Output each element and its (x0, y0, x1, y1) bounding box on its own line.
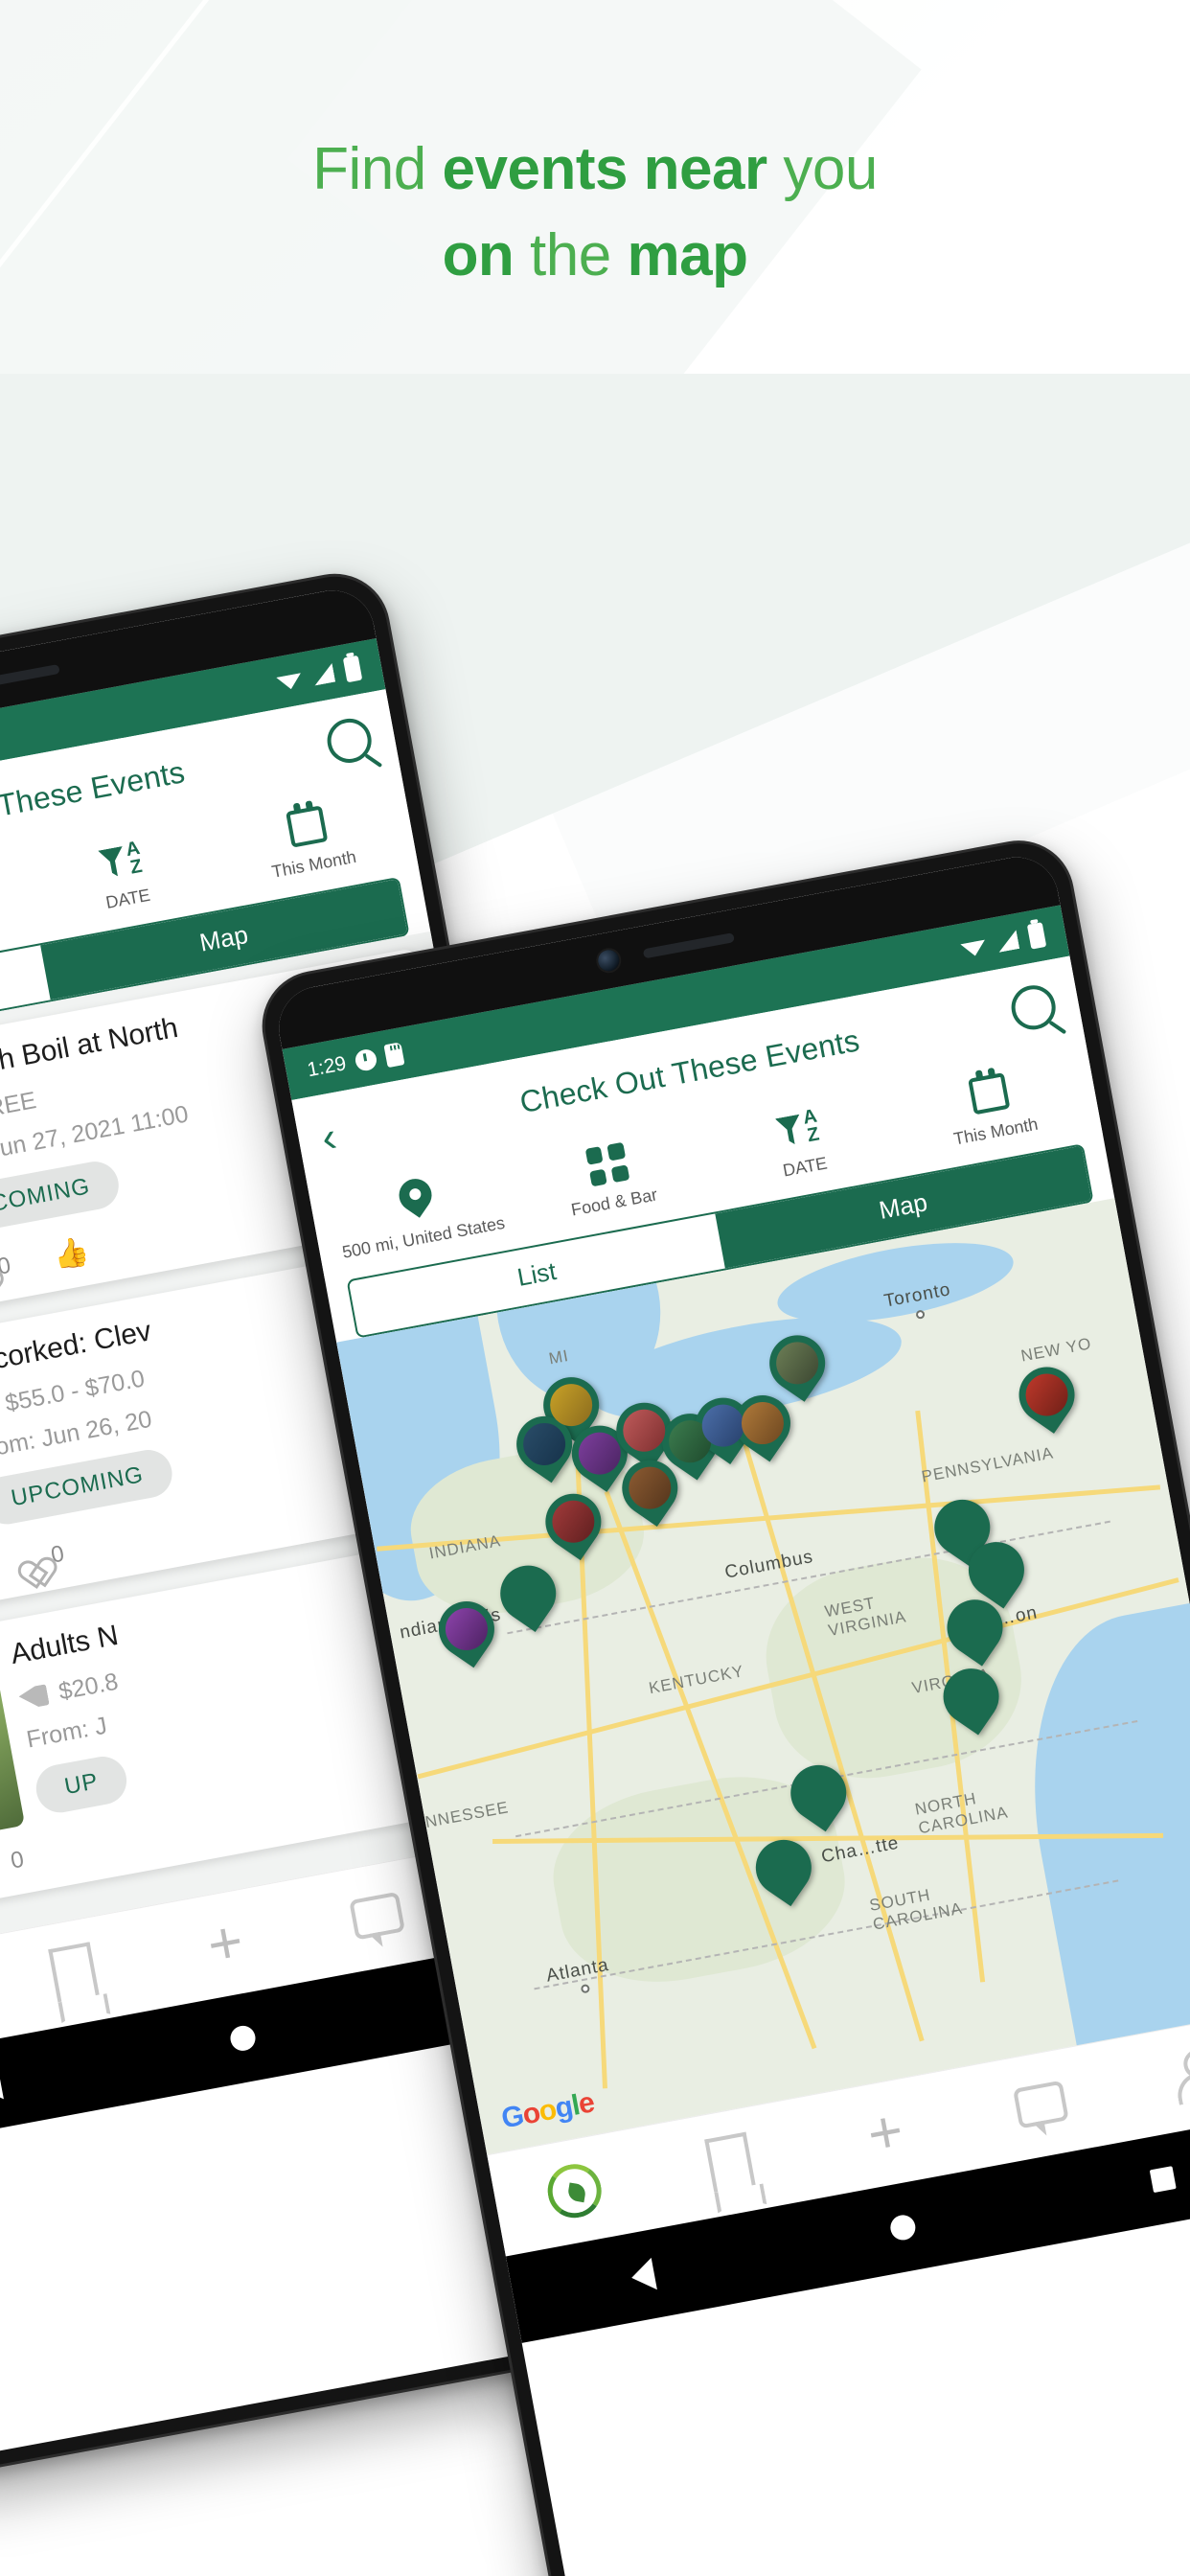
thumbs-up-icon[interactable]: 👍 (51, 1234, 92, 1272)
nav-profile[interactable] (1114, 2036, 1190, 2115)
chat-icon (349, 1891, 406, 1941)
map-view[interactable]: MI Toronto NEW YO INDIANA PENNSYLVANIA n… (336, 1197, 1190, 2154)
city-dot-atlanta (580, 1983, 591, 1994)
headline-part-2: you (767, 136, 878, 202)
headline-bold-3: map (627, 222, 748, 288)
map-pin[interactable] (1008, 1355, 1086, 1439)
google-logo: Google (498, 2086, 597, 2135)
status-badge: UPCOMING (0, 1445, 176, 1529)
nav-add[interactable]: + (802, 2090, 969, 2177)
promo-headline: Find events near you on the map (0, 0, 1190, 286)
heart-icon[interactable] (11, 1546, 42, 1576)
map-label-south-carolina: SOUTH CAROLINA (867, 1885, 965, 1934)
back-button[interactable]: ‹ (318, 1110, 371, 1162)
back-triangle-icon[interactable] (0, 2066, 4, 2104)
add-icon: + (202, 1908, 249, 1980)
home-circle-icon[interactable] (888, 2212, 918, 2242)
map-label-mi: MI (547, 1346, 571, 1368)
status-right-group (275, 655, 363, 696)
bookmark-icon (48, 1942, 100, 2003)
search-icon[interactable] (1007, 981, 1060, 1034)
map-label-pennsylvania: PENNSYLVANIA (920, 1443, 1056, 1486)
headline-line-2: on the map (0, 226, 1190, 286)
earpiece-speaker (0, 663, 60, 691)
map-label-tennessee: NNESSEE (423, 1797, 511, 1831)
headline-part-1: Find (312, 136, 443, 202)
status-badge: UP (32, 1752, 131, 1817)
status-left-group: 1:29 (306, 1042, 405, 1082)
likes-stat[interactable]: 0 (0, 1252, 12, 1287)
signal-icon (311, 663, 335, 686)
nav-saved[interactable] (647, 2122, 812, 2203)
battery-icon (1026, 922, 1047, 950)
thumb-title: Adults Night (0, 1691, 15, 1805)
likes-stat[interactable]: 0 (11, 1540, 67, 1576)
front-camera-icon (596, 948, 622, 974)
chat-icon (1013, 2080, 1070, 2129)
signal-icon (995, 930, 1019, 953)
profile-icon (1169, 2046, 1190, 2105)
headline-bold-1: events near (442, 136, 768, 202)
atlantic-ocean (1000, 1592, 1190, 2072)
price-tag-icon (17, 1684, 50, 1710)
headline-bold-2: on (442, 222, 515, 288)
sd-card-icon (383, 1042, 405, 1069)
home-circle-icon[interactable] (228, 2023, 258, 2053)
status-badge: UPCOMING (0, 1157, 123, 1240)
going-stat: 🚶 0 (0, 1845, 27, 1886)
recents-square-icon[interactable] (1149, 2165, 1177, 2193)
thumbs-up-stat[interactable]: 👍 (51, 1234, 92, 1272)
status-time: 1:29 (305, 1052, 349, 1082)
battery-icon (342, 655, 363, 683)
clock-icon (354, 1047, 378, 1072)
bookmark-icon (704, 2131, 756, 2193)
nav-add[interactable]: + (144, 1901, 307, 1988)
nav-explore[interactable] (492, 2150, 657, 2232)
status-right-group (959, 922, 1047, 962)
search-icon[interactable] (323, 715, 376, 767)
map-label-new-york: NEW YO (1018, 1333, 1093, 1366)
add-icon: + (861, 2097, 909, 2170)
earpiece-speaker (642, 932, 735, 959)
going-count: 0 (9, 1846, 27, 1874)
map-label-north-carolina: NORTH CAROLINA (913, 1788, 1010, 1838)
headline-mid: the (514, 222, 628, 288)
event-price: $20.8 (56, 1668, 121, 1706)
event-price: $-FREE (0, 1086, 38, 1129)
nav-chat[interactable] (960, 2070, 1123, 2138)
nav-saved[interactable] (0, 1932, 154, 2012)
wifi-icon (276, 670, 304, 691)
back-triangle-icon[interactable] (629, 2257, 658, 2294)
walking-person-icon: 🚶 (0, 1848, 3, 1886)
wifi-icon (960, 936, 988, 957)
compass-icon (542, 2159, 606, 2223)
